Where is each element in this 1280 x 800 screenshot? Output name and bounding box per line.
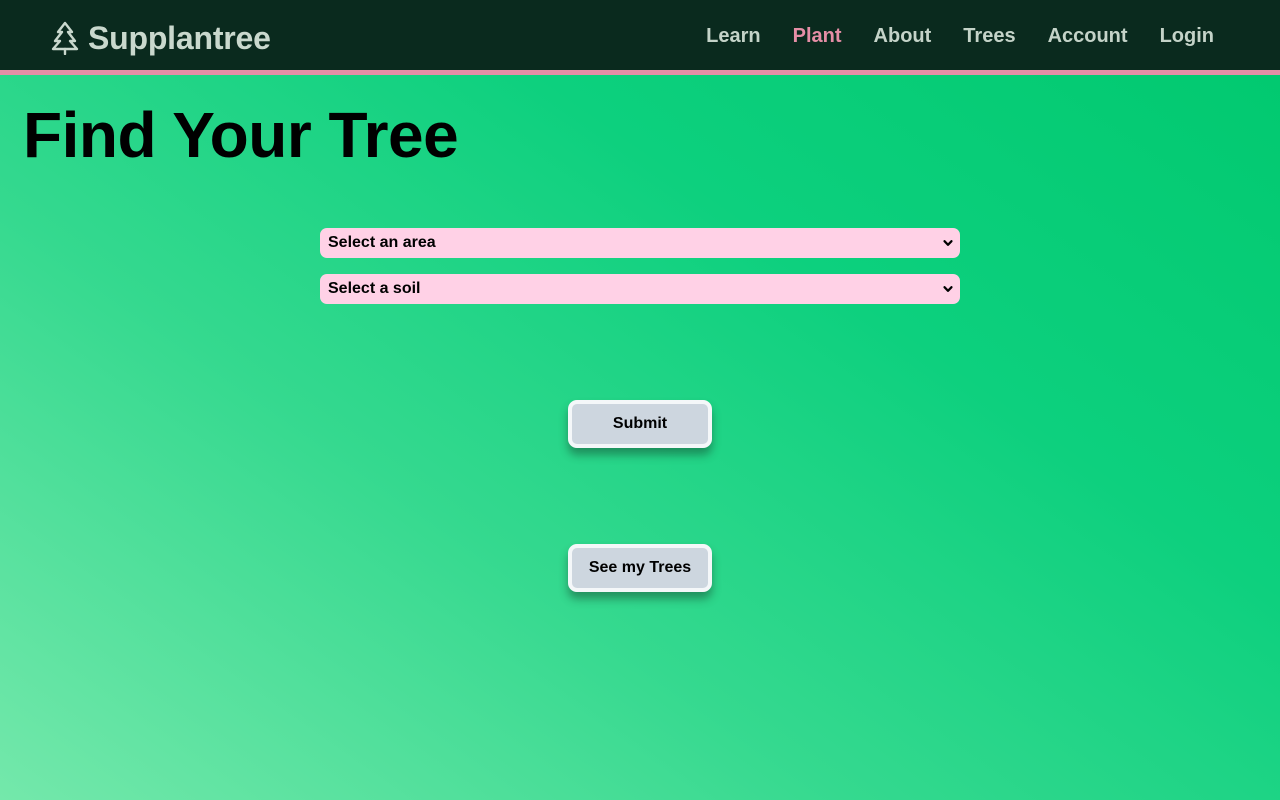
top-navbar: Supplantree Learn Plant About Trees Acco… [0, 0, 1280, 75]
brand-name: Supplantree [88, 19, 271, 56]
area-select-value: Select an area [328, 234, 436, 251]
nav-link-trees[interactable]: Trees [963, 22, 1015, 50]
page-title: Find Your Tree [23, 99, 459, 171]
submit-button[interactable]: Submit [568, 400, 712, 448]
chevron-down-icon [942, 237, 954, 249]
nav-link-learn[interactable]: Learn [706, 22, 760, 50]
nav-link-account[interactable]: Account [1048, 22, 1128, 50]
nav-link-login[interactable]: Login [1160, 22, 1214, 50]
chevron-down-icon [942, 283, 954, 295]
area-select[interactable]: Select an area [320, 228, 960, 258]
see-my-trees-button[interactable]: See my Trees [568, 544, 712, 592]
tree-icon [50, 21, 80, 55]
nav-link-plant[interactable]: Plant [793, 22, 842, 50]
brand-logo-link[interactable]: Supplantree [50, 18, 271, 58]
nav-menu: Learn Plant About Trees Account Login [706, 22, 1214, 50]
soil-select[interactable]: Select a soil [320, 274, 960, 304]
soil-select-value: Select a soil [328, 280, 421, 297]
nav-link-about[interactable]: About [874, 22, 932, 50]
